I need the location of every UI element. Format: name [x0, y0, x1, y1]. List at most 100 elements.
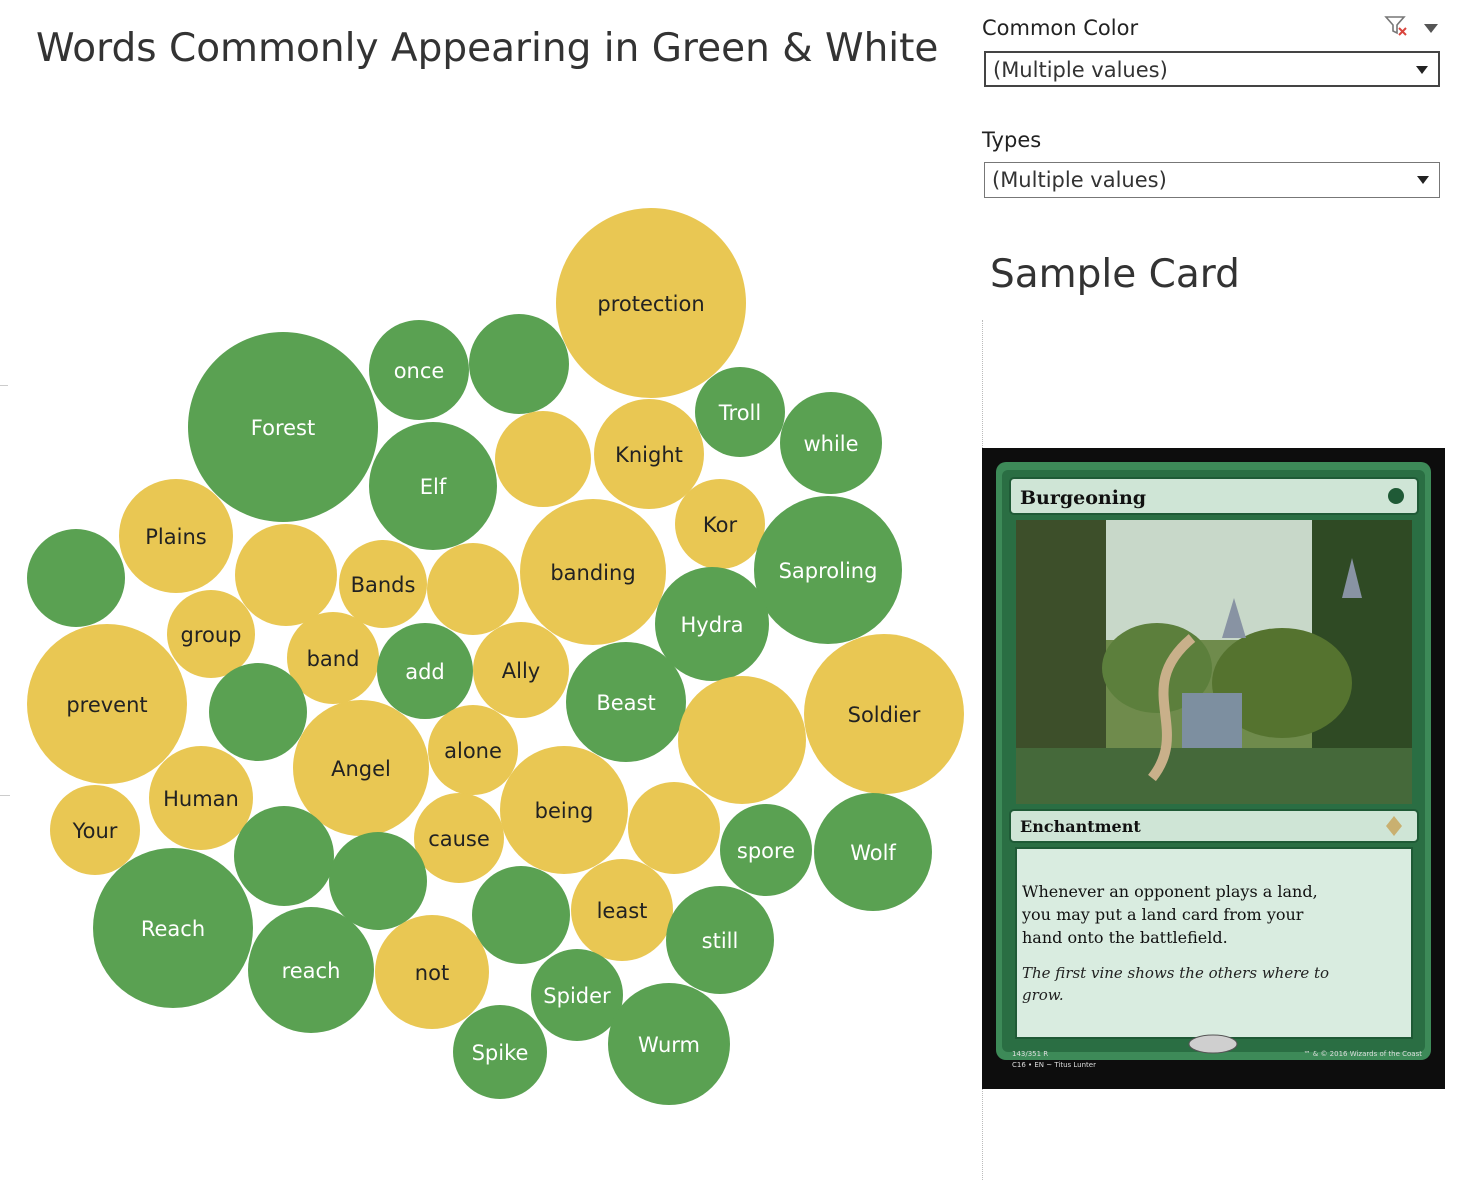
bubble-troll[interactable]: Troll	[695, 367, 785, 457]
bubble-label: Beast	[596, 691, 655, 715]
bubble-cause[interactable]: cause	[414, 793, 504, 883]
bubble-label: Ally	[502, 659, 540, 683]
bubble-unlabeled[interactable]	[427, 543, 519, 635]
bubble-label: Plains	[145, 525, 206, 549]
bubble-unlabeled[interactable]	[495, 411, 591, 507]
bubble-label: least	[597, 899, 648, 923]
types-value: (Multiple values)	[992, 168, 1167, 192]
bubble-unlabeled[interactable]	[234, 806, 334, 906]
collector-number: 143/351 R	[1012, 1050, 1048, 1058]
bubble-alone[interactable]: alone	[428, 705, 518, 795]
bubble-still[interactable]: still	[666, 886, 774, 994]
bubble-label: Knight	[615, 443, 683, 467]
bubble-reach[interactable]: reach	[248, 907, 374, 1033]
bubble-elf[interactable]: Elf	[369, 422, 497, 550]
bubble-label: spore	[737, 839, 795, 863]
common-color-value: (Multiple values)	[993, 58, 1168, 82]
bubble-while[interactable]: while	[780, 392, 882, 494]
bubble-reach[interactable]: Reach	[93, 848, 253, 1008]
bubble-ally[interactable]: Ally	[473, 622, 569, 718]
bubble-unlabeled[interactable]	[628, 782, 720, 874]
clear-filter-icon[interactable]	[1384, 14, 1410, 38]
bubble-plains[interactable]: Plains	[119, 479, 233, 593]
edge-tick	[0, 385, 8, 386]
bubble-saproling[interactable]: Saproling	[754, 496, 902, 644]
bubble-being[interactable]: being	[500, 746, 628, 874]
bubble-bands[interactable]: Bands	[339, 540, 427, 628]
bubble-label: protection	[597, 292, 704, 316]
bubble-beast[interactable]: Beast	[566, 642, 686, 762]
bubble-group[interactable]: group	[167, 590, 255, 678]
bubble-circle[interactable]	[469, 314, 569, 414]
bubble-once[interactable]: once	[369, 320, 469, 420]
bubble-forest[interactable]: Forest	[188, 332, 378, 522]
rules-text-line: hand onto the battlefield.	[1022, 928, 1228, 947]
bubble-unlabeled[interactable]	[472, 866, 570, 964]
bubble-circle[interactable]	[678, 676, 806, 804]
bubble-label: Wolf	[850, 841, 896, 865]
flavor-text-line: The first vine shows the others where to	[1022, 964, 1329, 982]
chevron-down-icon[interactable]	[1416, 66, 1428, 74]
bubble-wolf[interactable]: Wolf	[814, 793, 932, 911]
bubble-circle[interactable]	[495, 411, 591, 507]
bubble-spider[interactable]: Spider	[531, 949, 623, 1041]
bubble-label: Saproling	[779, 559, 878, 583]
bubble-kor[interactable]: Kor	[675, 479, 765, 569]
bubble-label: Reach	[141, 917, 205, 941]
bubble-label: once	[394, 359, 445, 383]
bubble-soldier[interactable]: Soldier	[804, 634, 964, 794]
sample-card-image: Burgeoning Enchantment Whenever an oppon…	[982, 448, 1445, 1089]
flavor-text-line: grow.	[1022, 986, 1064, 1004]
bubble-unlabeled[interactable]	[329, 832, 427, 930]
bubble-spore[interactable]: spore	[720, 804, 812, 896]
bubble-label: Hydra	[680, 613, 743, 637]
bubble-not[interactable]: not	[375, 915, 489, 1029]
bubble-knight[interactable]: Knight	[594, 399, 704, 509]
bubble-unlabeled[interactable]	[235, 524, 337, 626]
bubble-circle[interactable]	[209, 663, 307, 761]
types-dropdown[interactable]: (Multiple values)	[984, 162, 1440, 198]
bubble-wurm[interactable]: Wurm	[608, 983, 730, 1105]
bubble-label: Your	[72, 819, 118, 843]
bubble-add[interactable]: add	[377, 623, 473, 719]
bubble-circle[interactable]	[234, 806, 334, 906]
bubble-unlabeled[interactable]	[27, 529, 125, 627]
card-legal-text: ™ & © 2016 Wizards of the Coast	[1304, 1050, 1423, 1058]
bubble-label: Elf	[420, 475, 447, 499]
bubble-label: prevent	[66, 693, 147, 717]
bubble-circle[interactable]	[235, 524, 337, 626]
mana-symbol-icon	[1388, 488, 1404, 504]
bubble-circle[interactable]	[628, 782, 720, 874]
bubble-least[interactable]: least	[571, 859, 673, 961]
chevron-down-icon[interactable]	[1417, 176, 1429, 184]
bubble-prevent[interactable]: prevent	[27, 624, 187, 784]
bubble-label: banding	[550, 561, 635, 585]
rules-text-line: Whenever an opponent plays a land,	[1022, 882, 1318, 901]
bubble-circle[interactable]	[329, 832, 427, 930]
bubble-chart[interactable]: protection once Forest Troll while Elf Knight K…	[0, 0, 975, 1180]
bubble-unlabeled[interactable]	[678, 676, 806, 804]
bubble-label: still	[702, 929, 739, 953]
bubble-label: Bands	[351, 573, 416, 597]
bubble-label: Human	[163, 787, 239, 811]
bubble-circle[interactable]	[427, 543, 519, 635]
bubble-label: Angel	[331, 757, 391, 781]
bubble-banding[interactable]: banding	[520, 499, 666, 645]
bubble-circle[interactable]	[472, 866, 570, 964]
bubble-unlabeled[interactable]	[469, 314, 569, 414]
bubble-label: Kor	[703, 513, 738, 537]
edge-tick	[0, 795, 10, 796]
bubble-spike[interactable]: Spike	[453, 1005, 547, 1099]
bubble-protection[interactable]: protection	[556, 208, 746, 398]
bubble-label: Spike	[472, 1041, 529, 1065]
card-name: Burgeoning	[1020, 487, 1146, 509]
bubble-human[interactable]: Human	[149, 746, 253, 850]
bubble-circle[interactable]	[27, 529, 125, 627]
filter-menu-caret-icon[interactable]	[1424, 24, 1438, 33]
bubble-your[interactable]: Your	[50, 785, 140, 875]
types-label: Types	[982, 128, 1042, 152]
bubble-unlabeled[interactable]	[209, 663, 307, 761]
bubble-label: band	[307, 647, 360, 671]
common-color-dropdown[interactable]: (Multiple values)	[984, 51, 1440, 87]
bubble-label: Wurm	[638, 1033, 700, 1057]
